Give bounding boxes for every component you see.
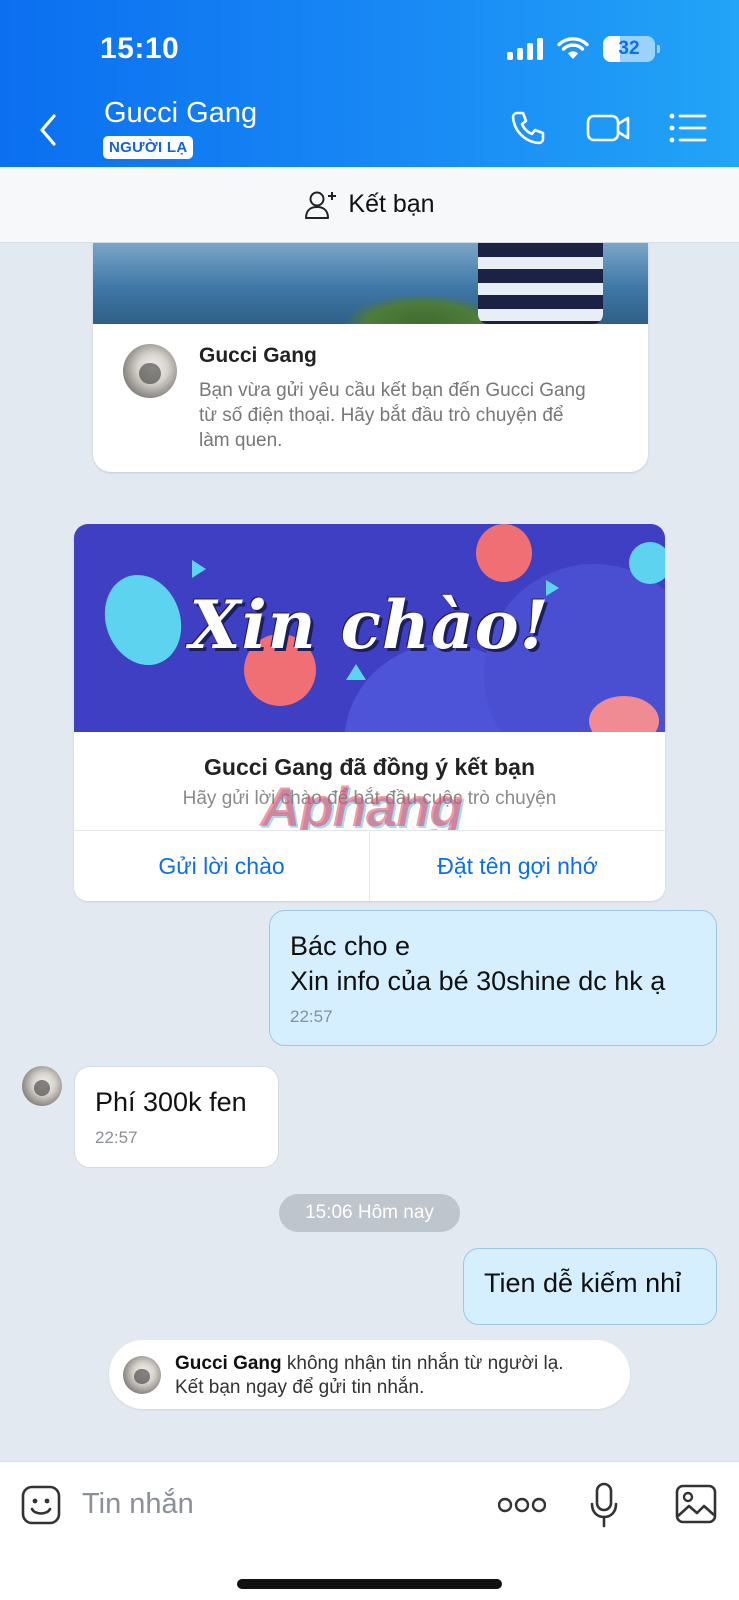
video-camera-icon[interactable] — [585, 108, 631, 148]
emoji-icon[interactable] — [20, 1484, 62, 1526]
chevron-left-icon[interactable] — [34, 110, 64, 150]
message-bubble-outgoing[interactable]: Tien dễ kiếm nhỉ — [463, 1248, 717, 1325]
avatar — [123, 1356, 161, 1394]
chat-header: 15:10 32 Gucci Gang NGƯỜI LẠ — [0, 0, 739, 167]
message-bubble-outgoing[interactable]: Bác cho e Xin info của bé 30shine dc hk … — [269, 910, 717, 1046]
battery-icon: 32 — [603, 36, 660, 62]
date-separator: 15:06 Hôm nay — [279, 1194, 460, 1232]
add-friend-button[interactable]: Kết bạn — [0, 167, 739, 243]
friend-accepted-card: Xin chào! Gucci Gang đã đồng ý kết bạn H… — [74, 524, 665, 901]
message-bubble-incoming[interactable]: Phí 300k fen 22:57 — [74, 1066, 279, 1168]
notice-contact-name: Gucci Gang — [175, 1353, 282, 1374]
avatar[interactable] — [22, 1066, 62, 1106]
greeting-actions: Gửi lời chào Đặt tên gợi nhớ — [74, 830, 665, 901]
stranger-badge: NGƯỜI LẠ — [103, 136, 194, 159]
message-text: Tien dễ kiếm nhỉ — [484, 1268, 682, 1298]
image-icon[interactable] — [675, 1484, 717, 1524]
message-input[interactable]: Tin nhắn — [82, 1488, 194, 1521]
profile-cover-photo — [93, 243, 648, 324]
notice-text: Gucci Gang không nhận tin nhắn từ người … — [175, 1352, 615, 1400]
message-input-bar: Tin nhắn — [0, 1461, 739, 1600]
stranger-notice: Gucci Gang không nhận tin nhắn từ người … — [109, 1340, 630, 1409]
send-greeting-button[interactable]: Gửi lời chào — [74, 831, 369, 901]
message-text: Phí 300k fen — [95, 1087, 247, 1117]
signal-icon — [507, 38, 543, 60]
set-nickname-button[interactable]: Đặt tên gợi nhớ — [369, 831, 665, 901]
avatar — [123, 344, 177, 398]
contact-name[interactable]: Gucci Gang — [104, 97, 257, 130]
home-indicator[interactable] — [237, 1579, 502, 1589]
add-user-icon — [305, 191, 337, 219]
profile-card[interactable]: Gucci Gang Bạn vừa gửi yêu cầu kết bạn đ… — [93, 243, 648, 472]
greeting-banner: Xin chào! — [74, 524, 665, 732]
greeting-banner-title: Xin chào! — [189, 586, 550, 664]
status-icons: 32 — [507, 36, 660, 62]
profile-name: Gucci Gang — [199, 344, 317, 367]
message-time: 22:57 — [290, 1007, 333, 1026]
profile-description: Bạn vừa gửi yêu cầu kết bạn đến Gucci Ga… — [199, 380, 586, 451]
menu-list-icon[interactable] — [668, 108, 708, 148]
more-icon[interactable] — [498, 1496, 546, 1514]
microphone-icon[interactable] — [589, 1482, 619, 1528]
message-time: 22:57 — [95, 1128, 138, 1147]
status-time: 15:10 — [100, 32, 180, 65]
wifi-icon — [557, 37, 589, 59]
add-friend-label: Kết bạn — [348, 190, 435, 218]
battery-level: 32 — [618, 38, 640, 59]
phone-icon[interactable] — [508, 108, 548, 148]
message-text: Bác cho e Xin info của bé 30shine dc hk … — [290, 931, 666, 996]
